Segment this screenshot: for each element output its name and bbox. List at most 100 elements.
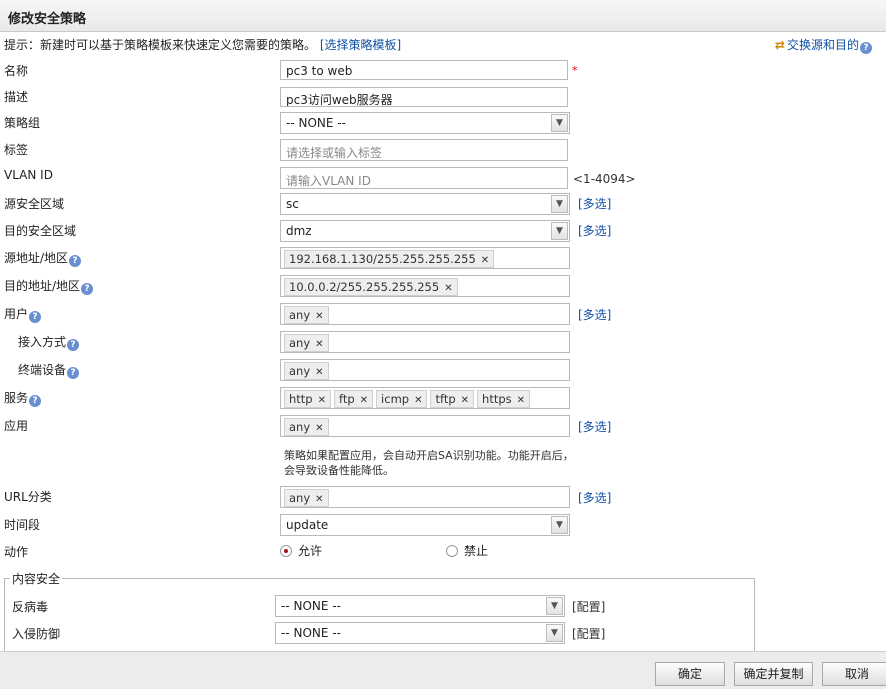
remove-tag-icon[interactable]: ✕ (444, 283, 452, 294)
action-deny-radio[interactable]: 禁止 (446, 542, 488, 559)
src-zone-select[interactable]: sc ▼ (280, 193, 570, 215)
dst-zone-multi-link[interactable]: [多选] (578, 222, 611, 239)
tag-chip: http ✕ (284, 390, 331, 408)
select-template-link[interactable]: [选择策略模板] (320, 38, 401, 52)
help-icon[interactable]: ? (69, 255, 82, 267)
ips-label: 入侵防御 (12, 627, 61, 641)
ok-button[interactable]: 确定 (655, 662, 725, 686)
src-addr-label: 源地址/地区? (4, 249, 82, 267)
help-icon[interactable]: ? (860, 42, 872, 54)
remove-tag-icon[interactable]: ✕ (315, 423, 323, 434)
src-zone-value: sc (286, 197, 299, 211)
remove-tag-icon[interactable]: ✕ (315, 494, 323, 505)
action-allow-radio[interactable]: 允许 (280, 542, 322, 559)
help-icon[interactable]: ? (29, 395, 42, 407)
tag-text: tftp (435, 392, 456, 406)
app-tag-input[interactable]: any ✕ (280, 415, 570, 437)
app-note: 策略如果配置应用，会自动开启SA识别功能。功能开启后，会导致设备性能降低。 (284, 449, 574, 477)
tag-text: https (482, 392, 512, 406)
help-icon[interactable]: ? (29, 311, 42, 323)
help-icon[interactable]: ? (67, 367, 80, 379)
radio-checked-icon[interactable] (280, 545, 292, 557)
allow-label: 允许 (298, 544, 323, 558)
cancel-button[interactable]: 取消 (822, 662, 886, 686)
user-label: 用户? (4, 305, 42, 323)
tag-chip: https ✕ (477, 390, 531, 408)
user-multi-link[interactable]: [多选] (578, 306, 611, 323)
ok-and-copy-button[interactable]: 确定并复制 (734, 662, 813, 686)
dst-zone-select[interactable]: dmz ▼ (280, 220, 570, 242)
tag-text: http (289, 392, 313, 406)
dst-addr-label-text: 目的地址/地区 (4, 279, 81, 293)
url-multi-link[interactable]: [多选] (578, 489, 611, 506)
tag-chip: 192.168.1.130/255.255.255.255 ✕ (284, 250, 495, 268)
tag-chip: any ✕ (284, 418, 329, 436)
tag-chip: 10.0.0.2/255.255.255.255 ✕ (284, 278, 458, 296)
tag-label: 标签 (4, 143, 29, 157)
dst-zone-label: 目的安全区域 (4, 224, 77, 238)
name-input[interactable]: pc3 to web (280, 60, 568, 80)
dst-addr-tag-input[interactable]: 10.0.0.2/255.255.255.255 ✕ (280, 275, 570, 297)
src-zone-multi-link[interactable]: [多选] (578, 195, 611, 212)
tag-chip: any ✕ (284, 362, 329, 380)
chevron-down-icon[interactable]: ▼ (551, 516, 568, 534)
help-icon[interactable]: ? (81, 283, 94, 295)
service-label-text: 服务 (4, 391, 29, 405)
hint-text: 提示：新建时可以基于策略模板来快速定义您需要的策略。 [选择策略模板] (4, 36, 401, 53)
app-multi-link[interactable]: [多选] (578, 418, 611, 435)
remove-tag-icon[interactable]: ✕ (461, 395, 469, 406)
hint-prefix: 提示：新建时可以基于策略模板来快速定义您需要的策略。 (4, 38, 317, 52)
chevron-down-icon[interactable]: ▼ (551, 114, 568, 132)
desc-input[interactable]: pc3访问web服务器 (280, 87, 568, 107)
chevron-down-icon[interactable]: ▼ (551, 222, 568, 240)
dialog-title: 修改安全策略 (8, 12, 87, 27)
chevron-down-icon[interactable]: ▼ (546, 624, 563, 642)
time-label: 时间段 (4, 518, 41, 532)
remove-tag-icon[interactable]: ✕ (315, 311, 323, 322)
user-tag-input[interactable]: any ✕ (280, 303, 570, 325)
url-label: URL分类 (4, 490, 52, 504)
access-label-text: 接入方式 (18, 335, 67, 349)
vlan-label: VLAN ID (4, 168, 53, 182)
swap-label: 交换源和目的 (786, 38, 859, 52)
vlan-input[interactable]: 请输入VLAN ID (280, 167, 568, 189)
ips-config-link[interactable]: [配置] (572, 625, 605, 642)
tag-text: any (289, 420, 311, 434)
content-security-legend: 内容安全 (10, 570, 63, 587)
dialog-titlebar: 修改安全策略 (0, 0, 886, 32)
url-tag-input[interactable]: any ✕ (280, 486, 570, 508)
access-tag-input[interactable]: any ✕ (280, 331, 570, 353)
terminal-tag-input[interactable]: any ✕ (280, 359, 570, 381)
tag-input[interactable]: 请选择或输入标签 (280, 139, 568, 161)
service-tag-input[interactable]: http ✕ ftp ✕ icmp ✕ tftp ✕ https ✕ (280, 387, 570, 409)
help-icon[interactable]: ? (67, 339, 80, 351)
time-select-value: update (286, 518, 329, 532)
radio-unchecked-icon[interactable] (446, 545, 458, 557)
ips-value: -- NONE -- (281, 626, 341, 640)
ips-select[interactable]: -- NONE -- ▼ (275, 622, 565, 644)
tag-text: 192.168.1.130/255.255.255.255 (289, 252, 476, 266)
remove-tag-icon[interactable]: ✕ (360, 395, 368, 406)
tag-text: 10.0.0.2/255.255.255.255 (289, 280, 440, 294)
remove-tag-icon[interactable]: ✕ (318, 395, 326, 406)
antivirus-config-link[interactable]: [配置] (572, 598, 605, 615)
group-select[interactable]: -- NONE -- ▼ (280, 112, 570, 134)
swap-arrows-icon: ⇄ (774, 38, 785, 52)
src-addr-tag-input[interactable]: 192.168.1.130/255.255.255.255 ✕ (280, 247, 570, 269)
remove-tag-icon[interactable]: ✕ (481, 255, 489, 266)
time-select[interactable]: update ▼ (280, 514, 570, 536)
swap-src-dst-link[interactable]: ⇄ 交换源和目的? (775, 36, 872, 54)
dst-zone-value: dmz (286, 224, 312, 238)
tag-chip: icmp ✕ (376, 390, 428, 408)
remove-tag-icon[interactable]: ✕ (315, 367, 323, 378)
group-select-value: -- NONE -- (286, 116, 346, 130)
tag-chip: any ✕ (284, 306, 329, 324)
tag-chip: any ✕ (284, 334, 329, 352)
remove-tag-icon[interactable]: ✕ (414, 395, 422, 406)
antivirus-select[interactable]: -- NONE -- ▼ (275, 595, 565, 617)
chevron-down-icon[interactable]: ▼ (546, 597, 563, 615)
remove-tag-icon[interactable]: ✕ (517, 395, 525, 406)
remove-tag-icon[interactable]: ✕ (315, 339, 323, 350)
chevron-down-icon[interactable]: ▼ (551, 195, 568, 213)
terminal-label-text: 终端设备 (18, 363, 67, 377)
